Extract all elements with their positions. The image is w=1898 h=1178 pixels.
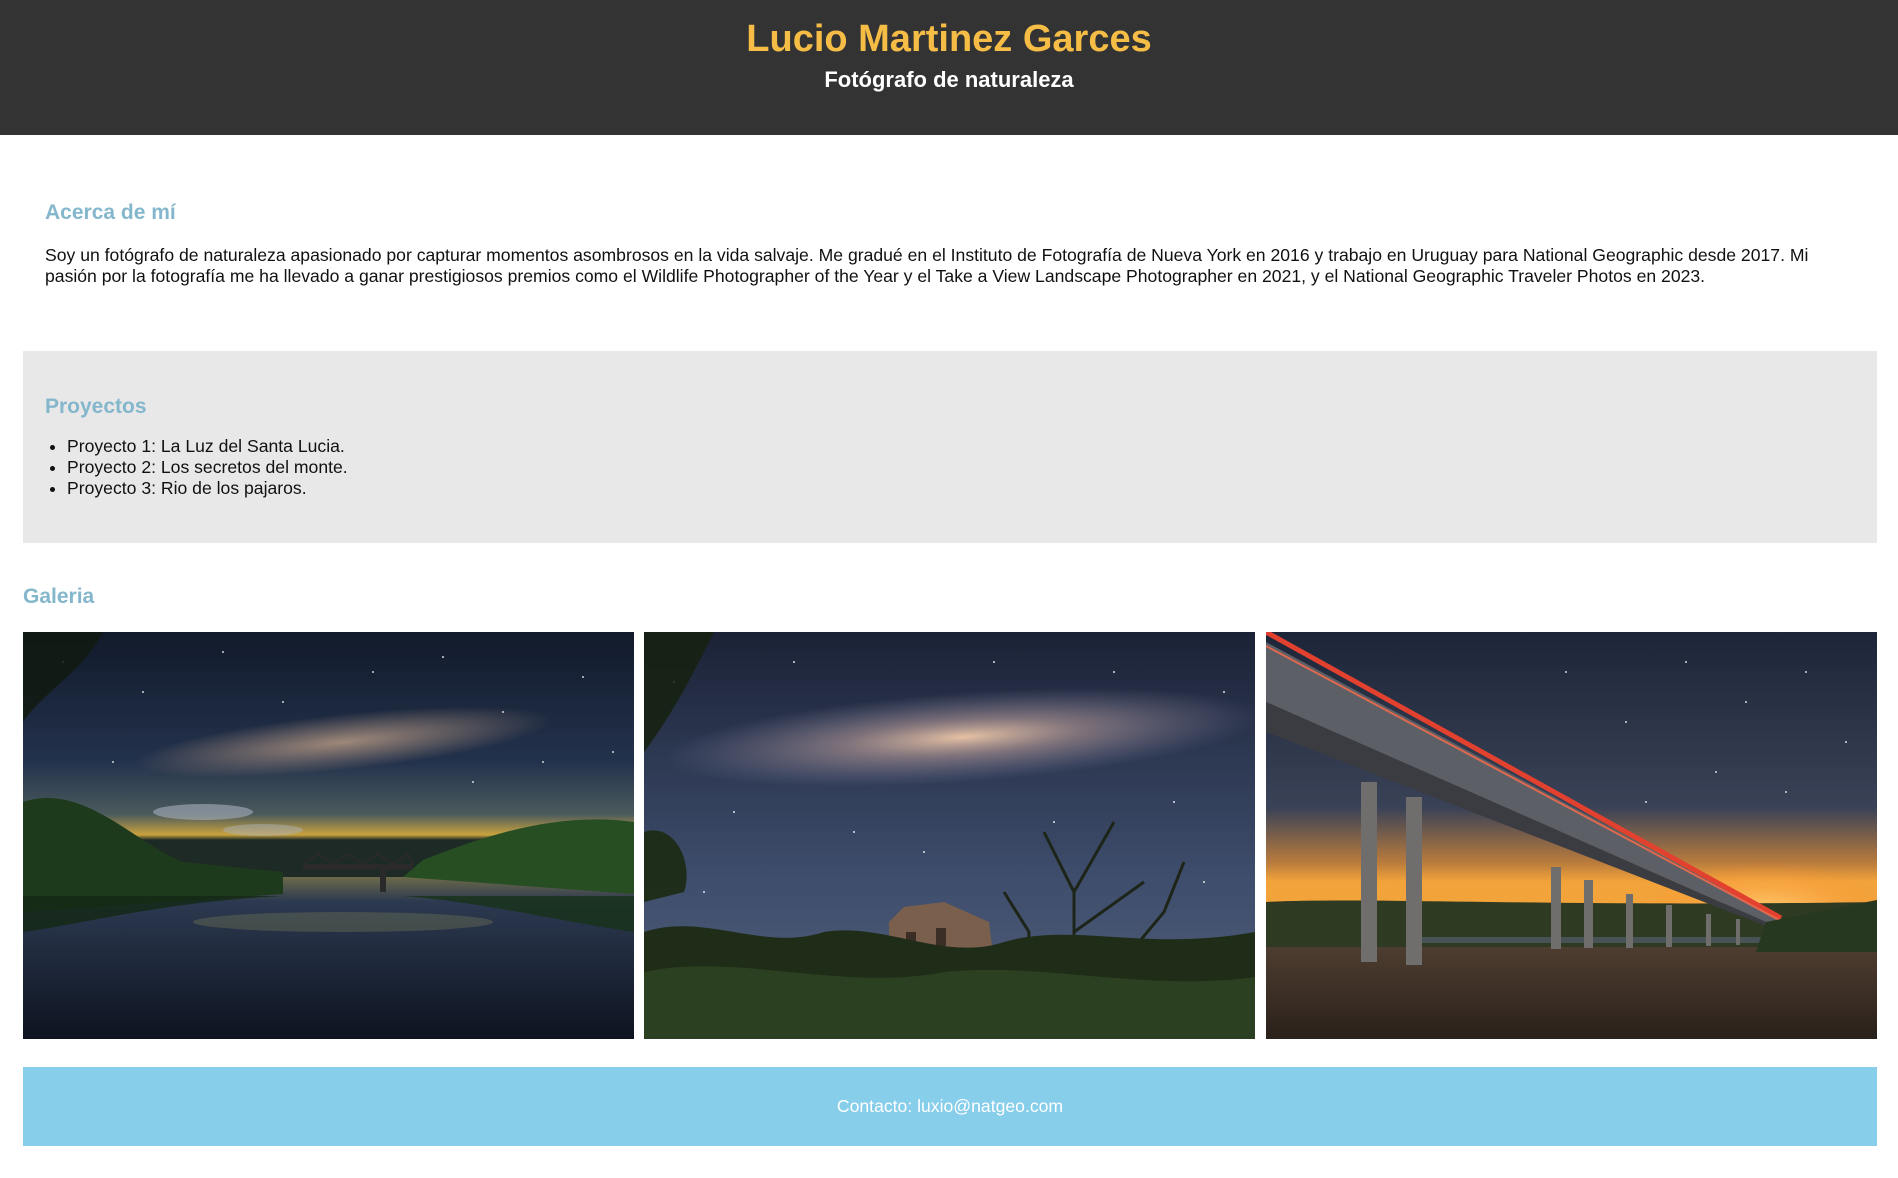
site-header: Lucio Martinez Garces Fotógrafo de natur… <box>0 0 1898 135</box>
projects-list: Proyecto 1: La Luz del Santa Lucia. Proy… <box>45 436 1855 499</box>
gallery-heading: Galeria <box>23 585 95 608</box>
site-title: Lucio Martinez Garces <box>746 18 1152 60</box>
site-footer: Contacto: luxio@natgeo.com <box>23 1067 1877 1146</box>
gallery-photo-river-bridge[interactable] <box>23 632 634 1039</box>
about-text: Soy un fotógrafo de naturaleza apasionad… <box>45 245 1809 286</box>
projects-section: Proyectos Proyecto 1: La Luz del Santa L… <box>23 351 1877 543</box>
gallery-grid <box>23 632 1877 1039</box>
project-item: Proyecto 2: Los secretos del monte. <box>67 457 1855 478</box>
projects-heading: Proyectos <box>45 395 147 418</box>
contact-text: Contacto: luxio@natgeo.com <box>836 1096 1064 1116</box>
project-item: Proyecto 1: La Luz del Santa Lucia. <box>67 436 1855 457</box>
gallery-photo-highway-bridge[interactable] <box>1266 632 1877 1039</box>
gallery-photo-milky-way-trees[interactable] <box>644 632 1255 1039</box>
about-section: Acerca de mí Soy un fotógrafo de natural… <box>23 135 1877 351</box>
site-subtitle: Fotógrafo de naturaleza <box>824 67 1074 92</box>
about-heading: Acerca de mí <box>45 201 176 224</box>
project-item: Proyecto 3: Rio de los pajaros. <box>67 478 1855 499</box>
gallery-section: Galeria <box>23 585 1877 1040</box>
